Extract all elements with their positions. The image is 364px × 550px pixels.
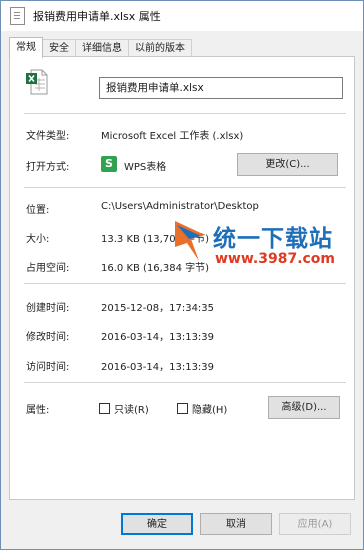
file-type-value: Microsoft Excel 工作表 (.xlsx) bbox=[101, 131, 244, 142]
tab-details[interactable]: 详细信息 bbox=[75, 39, 129, 57]
file-type-label: 文件类型: bbox=[26, 131, 70, 142]
title-bar: 报销费用申请单.xlsx 属性 bbox=[1, 1, 363, 31]
tab-previous-versions[interactable]: 以前的版本 bbox=[128, 39, 192, 57]
properties-window: 报销费用申请单.xlsx 属性 常规 安全 详细信息 以前的版本 报销费用申请单… bbox=[0, 0, 364, 550]
watermark-url: www.3987.com bbox=[215, 251, 336, 267]
open-with-value: WPS表格 bbox=[124, 162, 167, 173]
modified-value: 2016-03-14，13:13:39 bbox=[101, 332, 215, 343]
separator bbox=[24, 187, 346, 188]
checkbox-box[interactable] bbox=[177, 403, 188, 414]
wps-spreadsheet-icon: S bbox=[101, 156, 117, 172]
size-on-disk-label: 占用空间: bbox=[26, 263, 70, 274]
advanced-button[interactable]: 高级(D)... bbox=[268, 396, 340, 419]
hidden-checkbox[interactable]: 隐藏(H) bbox=[177, 401, 227, 416]
ok-button[interactable]: 确定 bbox=[121, 513, 193, 535]
location-value: C:\Users\Administrator\Desktop bbox=[101, 201, 259, 212]
watermark-logo-icon bbox=[175, 221, 205, 261]
attributes-label: 属性: bbox=[26, 405, 50, 416]
watermark-brand: 统一下载站 bbox=[213, 226, 333, 252]
accessed-value: 2016-03-14，13:13:39 bbox=[101, 362, 215, 373]
tab-bar: 常规 安全 详细信息 以前的版本 bbox=[9, 37, 192, 58]
modified-label: 修改时间: bbox=[26, 332, 70, 343]
change-button[interactable]: 更改(C)... bbox=[237, 153, 338, 176]
filename-input[interactable]: 报销费用申请单.xlsx bbox=[99, 77, 343, 99]
apply-button[interactable]: 应用(A) bbox=[279, 513, 351, 535]
tab-security[interactable]: 安全 bbox=[42, 39, 76, 57]
document-icon bbox=[10, 7, 25, 25]
checkbox-box[interactable] bbox=[99, 403, 110, 414]
created-value: 2015-12-08，17:34:35 bbox=[101, 303, 215, 314]
watermark: 统一下载站 www.3987.com bbox=[171, 217, 361, 277]
window-title: 报销费用申请单.xlsx 属性 bbox=[33, 10, 161, 23]
separator bbox=[24, 113, 346, 114]
accessed-label: 访问时间: bbox=[26, 362, 70, 373]
size-label: 大小: bbox=[26, 234, 50, 245]
cancel-button[interactable]: 取消 bbox=[200, 513, 272, 535]
separator bbox=[24, 283, 346, 284]
readonly-checkbox[interactable]: 只读(R) bbox=[99, 401, 149, 416]
general-panel: 报销费用申请单.xlsx 文件类型: Microsoft Excel 工作表 (… bbox=[9, 56, 355, 500]
excel-file-icon bbox=[26, 69, 48, 95]
separator bbox=[24, 382, 346, 383]
open-with-label: 打开方式: bbox=[26, 162, 70, 173]
hidden-checkbox-label: 隐藏(H) bbox=[192, 405, 228, 416]
created-label: 创建时间: bbox=[26, 303, 70, 314]
location-label: 位置: bbox=[26, 205, 50, 216]
tab-general[interactable]: 常规 bbox=[9, 37, 43, 58]
readonly-checkbox-label: 只读(R) bbox=[114, 405, 149, 416]
